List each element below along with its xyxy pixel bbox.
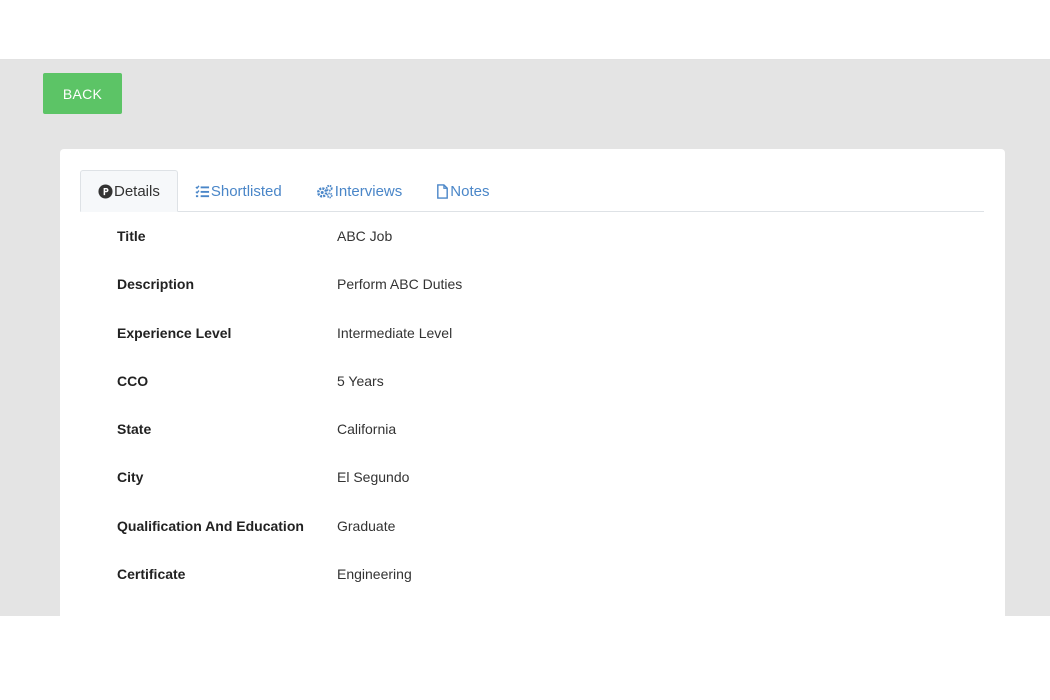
detail-label: City (117, 469, 144, 486)
detail-row-description: Description Perform ABC Duties (117, 275, 917, 323)
detail-value: El Segundo (337, 469, 410, 486)
list-check-icon (195, 184, 211, 199)
detail-row-title: Title ABC Job (117, 227, 917, 275)
detail-value: ABC Job (337, 228, 393, 244)
file-icon (436, 183, 450, 199)
detail-row-certificate: Certificate Engineering (117, 565, 917, 613)
tab-shortlisted[interactable]: Shortlisted (178, 170, 299, 212)
detail-label: Qualification And Education (117, 517, 304, 534)
detail-label: Title (117, 228, 146, 244)
tab-interviews[interactable]: Interviews (299, 170, 420, 212)
product-hunt-icon (98, 183, 114, 199)
tab-label: Interviews (334, 182, 403, 200)
detail-label: Description (117, 276, 195, 293)
tab-label: Notes (450, 182, 490, 200)
tab-label: Shortlisted (210, 182, 282, 200)
tab-details[interactable]: Details (80, 170, 178, 212)
detail-label: Certificate (117, 566, 186, 583)
detail-value: 5 Years (337, 372, 384, 389)
detail-label: State (117, 421, 152, 438)
cogs-icon (316, 184, 335, 199)
content-area: BACK Details Shortlisted Interviews Note… (0, 60, 1050, 616)
detail-value: Perform ABC Duties (337, 276, 463, 293)
back-button[interactable]: BACK (43, 73, 122, 114)
detail-label: CCO (117, 372, 149, 389)
job-details-card: Details Shortlisted Interviews Notes Tit… (60, 149, 1005, 616)
detail-value: Engineering (337, 566, 412, 583)
tab-bar: Details Shortlisted Interviews Notes (80, 170, 984, 212)
detail-row-experience-level: Experience Level Intermediate Level (117, 324, 917, 372)
detail-row-qualification: Qualification And Education Graduate (117, 517, 917, 565)
detail-row-cco: CCO 5 Years (117, 372, 917, 420)
detail-value: Graduate (337, 517, 396, 534)
details-list: Title ABC Job Description Perform ABC Du… (117, 227, 917, 613)
tab-label: Details (114, 182, 160, 200)
tab-notes[interactable]: Notes (419, 170, 506, 212)
detail-label: Experience Level (117, 324, 232, 341)
detail-value: Intermediate Level (337, 324, 453, 341)
detail-value: California (337, 421, 397, 438)
detail-row-state: State California (117, 420, 917, 468)
detail-row-city: City El Segundo (117, 468, 917, 516)
top-bar (0, 0, 1050, 60)
